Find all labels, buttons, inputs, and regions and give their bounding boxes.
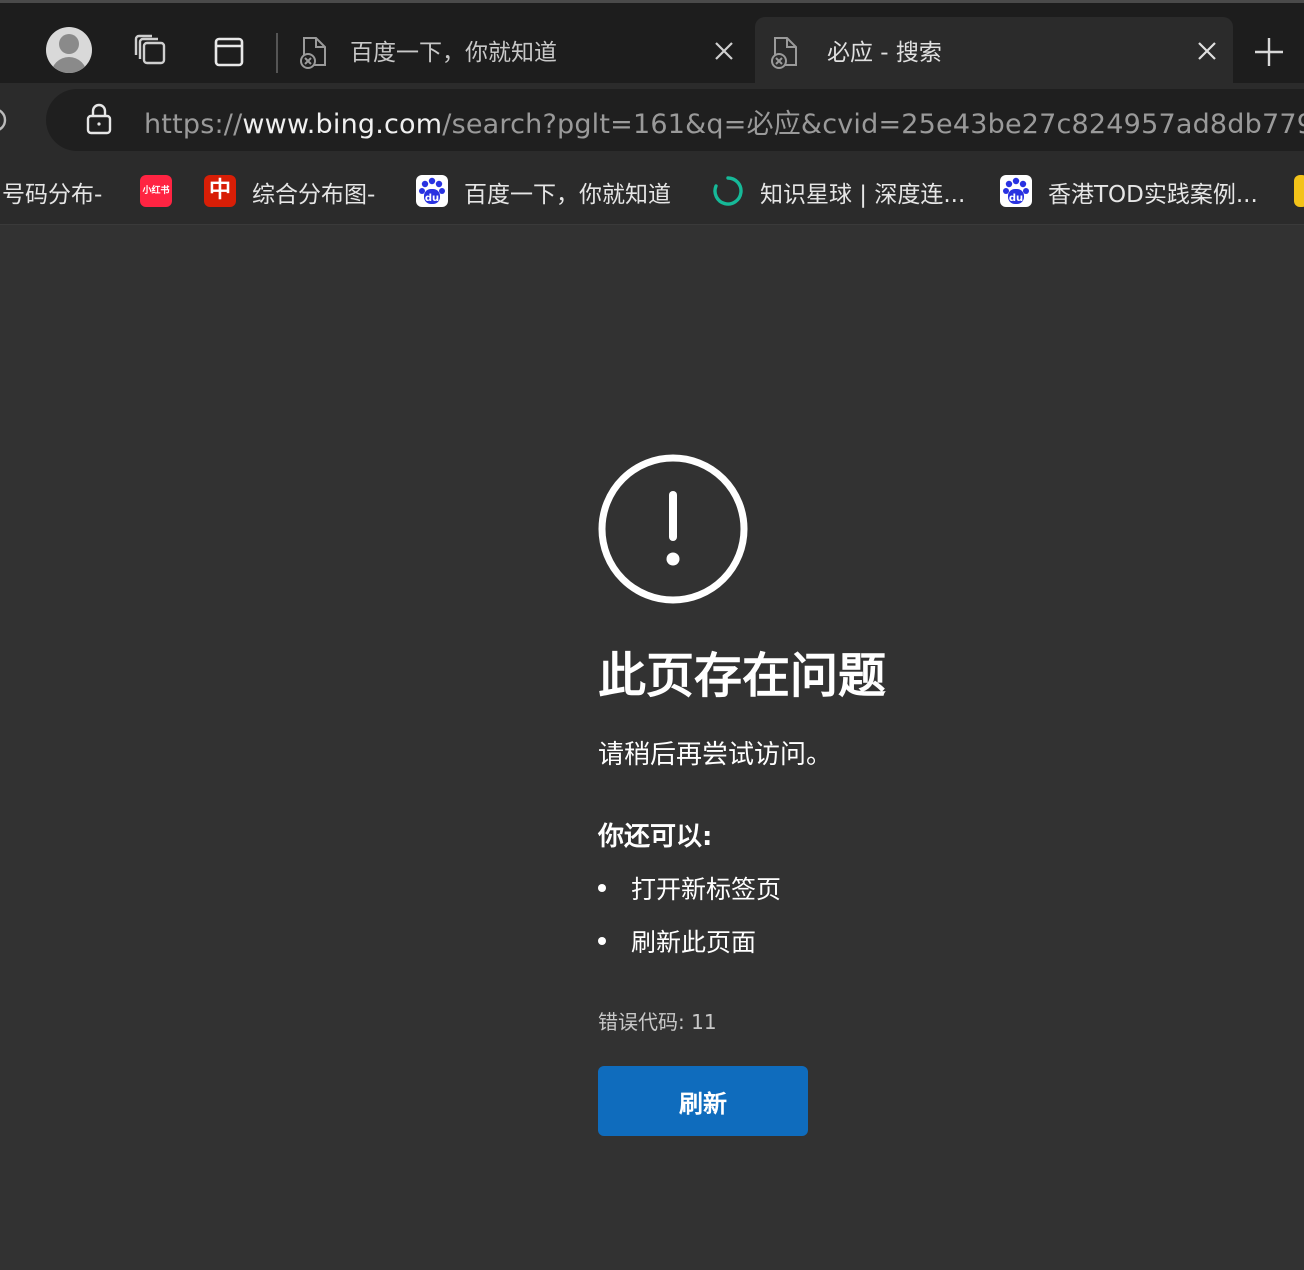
close-tab-icon[interactable] bbox=[1195, 39, 1219, 63]
url-text[interactable]: https://www.bing.com/search?pglt=161&q=必… bbox=[144, 102, 1304, 141]
bookmarks-bar: 号码分布- 小红书 中 综合分布图- du 百度一下，你就知道 知识星球 | 深… bbox=[0, 155, 1304, 225]
new-tab-plus-icon[interactable] bbox=[1250, 33, 1288, 71]
error-subtitle: 请稍后再尝试访问。 bbox=[598, 740, 833, 770]
error-code: 错误代码: 11 bbox=[598, 1010, 717, 1034]
tab-strip: 百度一下，你就知道 必应 - 搜索 bbox=[0, 3, 1304, 83]
workspaces-icon[interactable] bbox=[132, 33, 168, 69]
xiaohongshu-icon: 小红书 bbox=[140, 175, 172, 207]
error-options-list: 打开新标签页 刷新此页面 bbox=[598, 870, 781, 976]
page-error-icon bbox=[298, 35, 330, 73]
tab-bing[interactable]: 必应 - 搜索 bbox=[755, 17, 1233, 83]
option-refresh-page[interactable]: 刷新此页面 bbox=[598, 923, 781, 976]
page-error-icon bbox=[769, 35, 801, 73]
baidu-paw-icon: du bbox=[1000, 175, 1032, 207]
option-open-new-tab[interactable]: 打开新标签页 bbox=[598, 870, 781, 923]
refresh-icon[interactable] bbox=[0, 105, 8, 142]
refresh-button[interactable]: 刷新 bbox=[598, 1066, 808, 1136]
warning-circle-icon bbox=[597, 453, 749, 605]
zsxq-ring-icon bbox=[712, 175, 744, 207]
address-toolbar: https://www.bing.com/search?pglt=161&q=必… bbox=[0, 83, 1304, 155]
error-title: 此页存在问题 bbox=[598, 648, 887, 704]
baidu-paw-icon: du bbox=[416, 175, 448, 207]
zhong-icon: 中 bbox=[204, 175, 236, 207]
address-bar[interactable]: https://www.bing.com/search?pglt=161&q=必… bbox=[46, 89, 1304, 151]
lock-icon[interactable] bbox=[86, 103, 112, 139]
error-hint: 你还可以: bbox=[598, 822, 713, 852]
profile-avatar-icon[interactable] bbox=[46, 27, 92, 73]
tab-title: 必应 - 搜索 bbox=[827, 40, 942, 66]
error-page: 此页存在问题 请稍后再尝试访问。 你还可以: 打开新标签页 刷新此页面 错误代码… bbox=[0, 226, 1304, 1270]
tab-baidu[interactable]: 百度一下，你就知道 bbox=[284, 17, 750, 83]
tab-title: 百度一下，你就知道 bbox=[350, 40, 557, 66]
tab-divider bbox=[276, 33, 278, 73]
svg-text:du: du bbox=[425, 193, 439, 204]
vertical-tabs-icon[interactable] bbox=[212, 35, 246, 69]
svg-text:du: du bbox=[1009, 193, 1023, 204]
close-tab-icon[interactable] bbox=[712, 39, 736, 63]
